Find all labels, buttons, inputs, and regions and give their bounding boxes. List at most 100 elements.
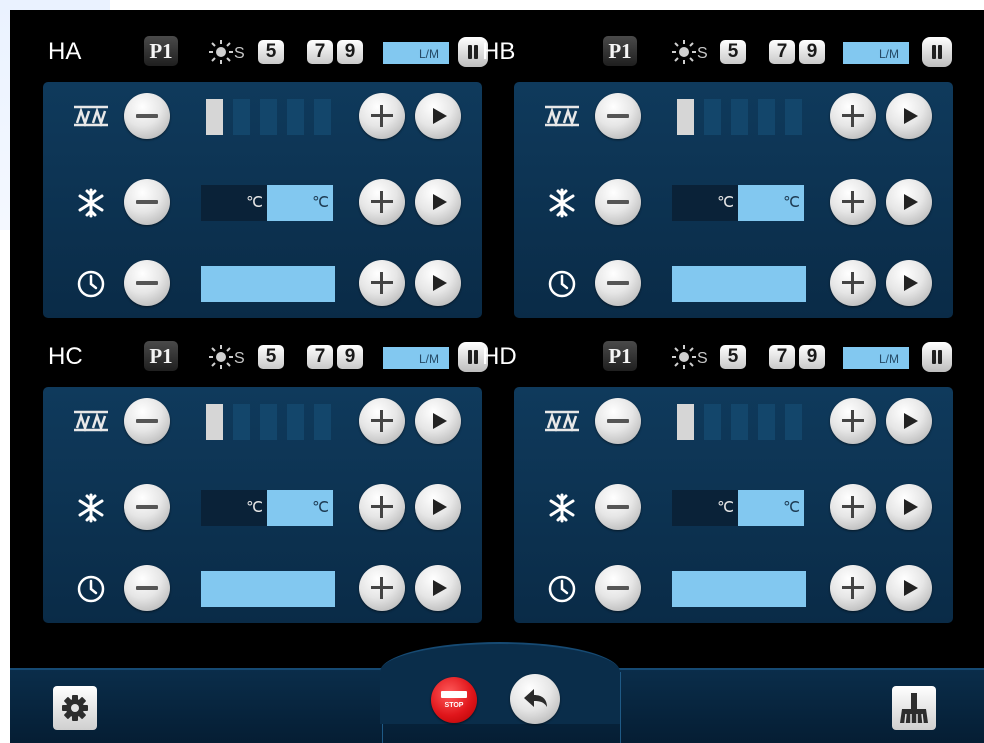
back-button[interactable]: [510, 674, 560, 724]
speed-9-button[interactable]: 9: [337, 40, 363, 64]
stop-label: STOP: [444, 702, 464, 709]
level-segment: [677, 404, 694, 440]
timer-play-button[interactable]: [886, 260, 932, 306]
timer-minus-button[interactable]: [595, 260, 641, 306]
zone-control-panel: ℃ ℃: [514, 82, 953, 318]
cooling-play-button[interactable]: [415, 179, 461, 225]
speed-9-button[interactable]: 9: [799, 345, 825, 369]
temp-unit-right: ℃: [267, 490, 333, 526]
timer-plus-button[interactable]: [830, 565, 876, 611]
zone-hd: HD P1 S 5 7 9 L/M ℃ ℃: [471, 315, 953, 623]
temperature-field[interactable]: ℃ ℃: [201, 490, 333, 526]
zone-title: HD: [482, 343, 517, 370]
speed-9-button[interactable]: 9: [337, 345, 363, 369]
lm-toggle[interactable]: L/M: [843, 347, 909, 369]
cooling-play-button[interactable]: [415, 484, 461, 530]
cooling-minus-button[interactable]: [124, 484, 170, 530]
program-button[interactable]: P1: [144, 341, 178, 371]
speed-5-button[interactable]: 5: [720, 345, 746, 369]
stop-bar-icon: [441, 691, 467, 698]
cooling-plus-button[interactable]: [359, 484, 405, 530]
level-segment: [287, 99, 304, 135]
pause-button[interactable]: [922, 342, 952, 372]
timer-play-button[interactable]: [415, 565, 461, 611]
heater-minus-button[interactable]: [595, 398, 641, 444]
timer-field[interactable]: [672, 571, 806, 607]
timer-plus-button[interactable]: [359, 565, 405, 611]
speed-7-button[interactable]: 7: [769, 345, 795, 369]
heater-plus-button[interactable]: [830, 398, 876, 444]
stop-button[interactable]: STOP: [431, 677, 477, 723]
zone-header: HD P1 S 5 7 9 L/M: [471, 315, 952, 387]
cooling-play-button[interactable]: [886, 484, 932, 530]
control-screen: HA P1 S 5 7 9 L/M ℃ ℃ HB P1 S 5 7 9 L/M …: [10, 10, 984, 743]
heater-play-button[interactable]: [415, 93, 461, 139]
heater-plus-button[interactable]: [830, 93, 876, 139]
snowflake-icon: [78, 493, 104, 523]
temp-unit-left: ℃: [246, 194, 263, 211]
level-segment: [677, 99, 694, 135]
lm-toggle[interactable]: L/M: [843, 42, 909, 64]
zone-header: HA P1 S 5 7 9 L/M: [10, 10, 488, 82]
speed-7-button[interactable]: 7: [307, 345, 333, 369]
lm-toggle[interactable]: L/M: [383, 347, 449, 369]
cooling-plus-button[interactable]: [830, 179, 876, 225]
temp-unit-right: ℃: [738, 185, 804, 221]
cooling-minus-button[interactable]: [595, 484, 641, 530]
cooling-play-button[interactable]: [886, 179, 932, 225]
heater-minus-button[interactable]: [595, 93, 641, 139]
program-button[interactable]: P1: [144, 36, 178, 66]
lm-toggle[interactable]: L/M: [383, 42, 449, 64]
heater-minus-button[interactable]: [124, 398, 170, 444]
clock-icon: [548, 575, 576, 603]
heater-grill-icon: [545, 410, 579, 432]
heater-play-button[interactable]: [886, 93, 932, 139]
zone-header: HC P1 S 5 7 9 L/M: [10, 315, 488, 387]
level-segment: [206, 99, 223, 135]
settings-button[interactable]: [53, 686, 97, 730]
speed-5-button[interactable]: 5: [258, 40, 284, 64]
temperature-field[interactable]: ℃ ℃: [201, 185, 333, 221]
undo-arrow-icon: [524, 689, 547, 707]
cooling-minus-button[interactable]: [595, 179, 641, 225]
temperature-field[interactable]: ℃ ℃: [672, 185, 804, 221]
level-segment: [785, 99, 802, 135]
pause-button[interactable]: [922, 37, 952, 67]
snowflake-icon: [78, 188, 104, 218]
speed-7-button[interactable]: 7: [307, 40, 333, 64]
timer-field[interactable]: [672, 266, 806, 302]
timer-play-button[interactable]: [886, 565, 932, 611]
level-segment: [758, 404, 775, 440]
program-button[interactable]: P1: [603, 341, 637, 371]
level-segment: [758, 99, 775, 135]
clean-button[interactable]: [892, 686, 936, 730]
program-button[interactable]: P1: [603, 36, 637, 66]
timer-row: [514, 254, 953, 310]
speed-5-button[interactable]: 5: [720, 40, 746, 64]
temperature-field[interactable]: ℃ ℃: [672, 490, 804, 526]
timer-plus-button[interactable]: [359, 260, 405, 306]
heater-play-button[interactable]: [415, 398, 461, 444]
heater-grill-icon: [74, 105, 108, 127]
cooling-minus-button[interactable]: [124, 179, 170, 225]
cooling-plus-button[interactable]: [830, 484, 876, 530]
heater-plus-button[interactable]: [359, 93, 405, 139]
level-segment: [731, 404, 748, 440]
heater-plus-button[interactable]: [359, 398, 405, 444]
heater-minus-button[interactable]: [124, 93, 170, 139]
speed-5-button[interactable]: 5: [258, 345, 284, 369]
speed-9-button[interactable]: 9: [799, 40, 825, 64]
cooling-plus-button[interactable]: [359, 179, 405, 225]
heater-play-button[interactable]: [886, 398, 932, 444]
temp-unit-left: ℃: [717, 194, 734, 211]
snowflake-icon: [549, 493, 575, 523]
timer-field[interactable]: [201, 571, 335, 607]
timer-play-button[interactable]: [415, 260, 461, 306]
timer-plus-button[interactable]: [830, 260, 876, 306]
speed-7-button[interactable]: 7: [769, 40, 795, 64]
timer-field[interactable]: [201, 266, 335, 302]
zone-hc: HC P1 S 5 7 9 L/M ℃ ℃: [10, 315, 488, 623]
timer-minus-button[interactable]: [595, 565, 641, 611]
timer-minus-button[interactable]: [124, 260, 170, 306]
timer-minus-button[interactable]: [124, 565, 170, 611]
